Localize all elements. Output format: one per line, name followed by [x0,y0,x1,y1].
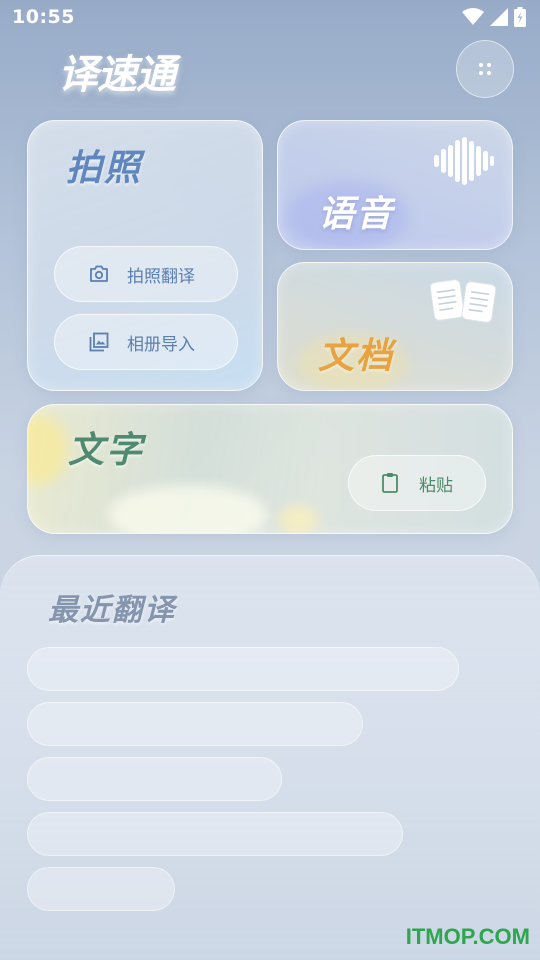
watermark: ITMOP.COM [405,924,530,949]
text-card[interactable]: 文字 粘贴 [27,404,513,534]
document-card[interactable]: 文档 [277,262,513,391]
status-icons [462,7,526,27]
recent-placeholder-row [27,702,363,746]
paste-label: 粘贴 [419,475,453,496]
recent-placeholder-row [27,757,282,801]
text-card-title: 文字 [68,430,145,471]
recent-placeholder-row [27,867,175,911]
status-time: 10:55 [12,6,75,28]
waveform-icon [434,137,494,185]
photo-card[interactable]: 拍照 拍照翻译 相册导入 [27,120,263,391]
app-title: 译速通 [58,52,176,98]
photo-card-title: 拍照 [66,148,143,189]
voice-card[interactable]: 语音 [277,120,513,250]
book-icon [430,279,496,323]
clipboard-icon [382,473,398,493]
signal-icon [490,8,508,26]
recent-translations-title: 最近翻译 [48,593,176,628]
take-photo-translate-button[interactable]: 拍照翻译 [54,246,238,302]
document-card-title: 文档 [318,336,395,377]
album-import-label: 相册导入 [127,334,195,355]
take-photo-label: 拍照翻译 [127,266,195,287]
camera-icon [90,265,108,282]
paste-button[interactable]: 粘贴 [348,455,486,511]
recent-placeholder-row [27,647,459,691]
album-import-button[interactable]: 相册导入 [54,314,238,370]
battery-icon [514,7,526,27]
image-icon [89,332,109,352]
wifi-icon [462,8,484,25]
voice-card-title: 语音 [318,194,395,235]
more-icon [479,63,491,75]
recent-placeholder-row [27,812,403,856]
more-menu-button[interactable] [456,40,514,98]
